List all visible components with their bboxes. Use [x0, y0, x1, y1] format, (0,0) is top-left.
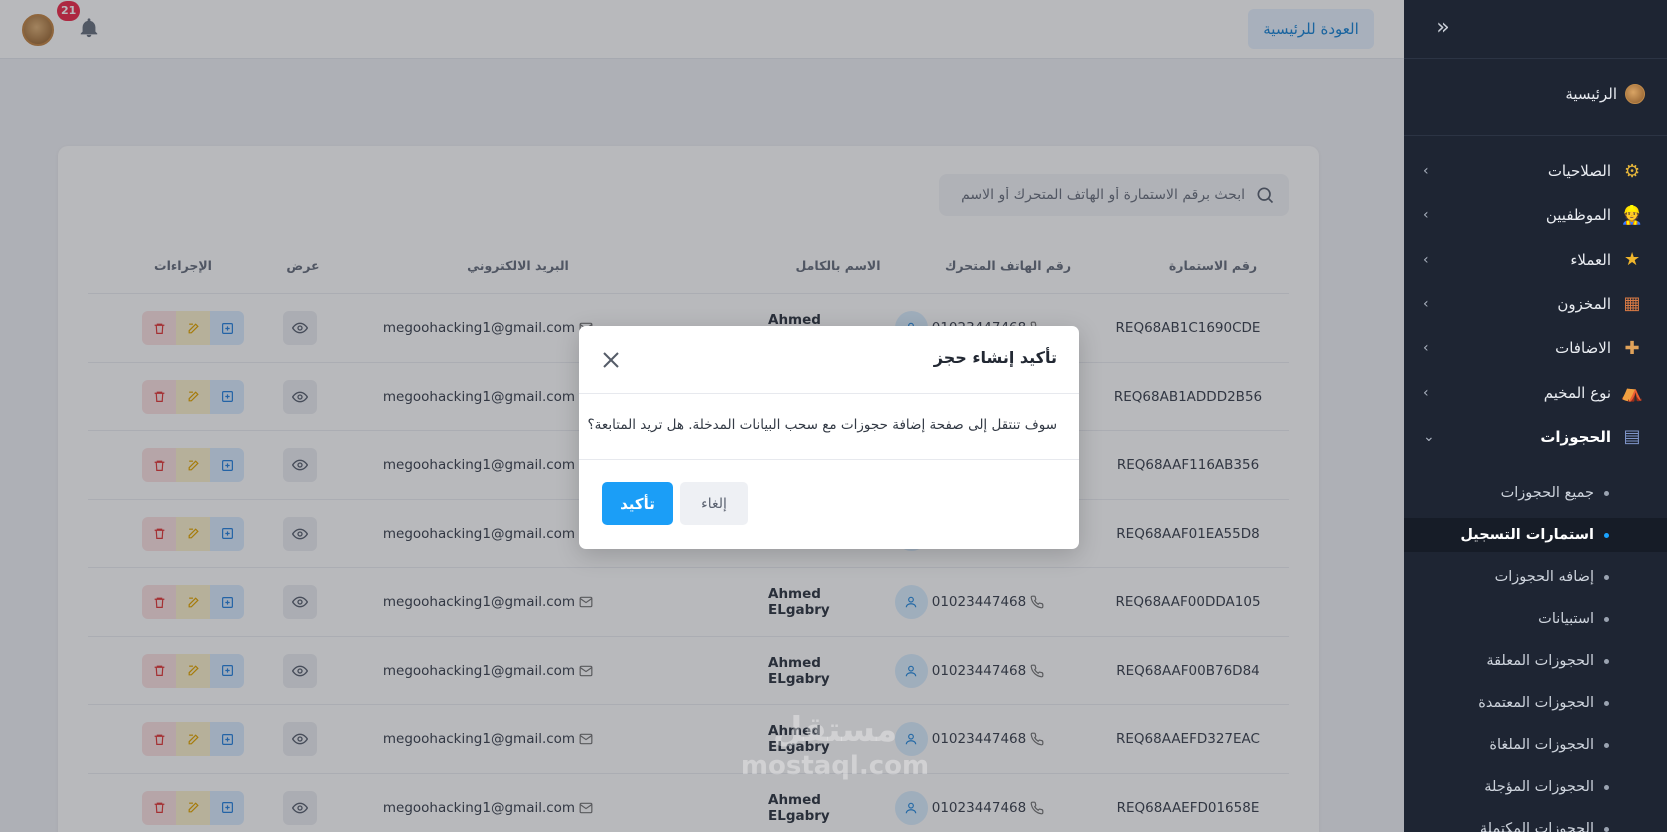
confirm-button[interactable]: تأكيد [602, 482, 673, 525]
bullet-icon [1604, 658, 1609, 664]
permissions-icon: ⚙ [1623, 160, 1641, 182]
modal-message: سوف تنتقل إلى صفحة إضافة حجوزات مع سحب ا… [587, 417, 1057, 433]
modal-title: تأكيد إنشاء حجز [933, 348, 1057, 367]
sidebar-item-6[interactable]: ▤ الحجوزات ⌄ [1423, 422, 1645, 452]
sidebar-divider [1404, 135, 1667, 136]
sidebar-subitem-7[interactable]: الحجوزات المؤجلة [1423, 770, 1645, 804]
sidebar-item-home[interactable]: الرئيسية [1565, 84, 1645, 104]
modal-footer: إلغاء تأكيد [579, 460, 1079, 548]
sidebar-header: » [1404, 0, 1667, 59]
sidebar-item-2[interactable]: ★ العملاء › [1423, 245, 1645, 275]
sidebar-subitem-label: استبيانات [1538, 611, 1594, 627]
sidebar-subitem-8[interactable]: الحجوزات المكتملة [1423, 812, 1645, 832]
sidebar-item-5[interactable]: ⛺ نوع المخيم › [1423, 378, 1645, 408]
camp-type-icon: ⛺ [1620, 382, 1644, 403]
sidebar-item-label: الرئيسية [1565, 85, 1617, 103]
sidebar-subitem-0[interactable]: جميع الحجوزات [1423, 476, 1645, 510]
sidebar-item-label: الحجوزات [1540, 427, 1611, 446]
watermark: مستقل mostaql.com [730, 712, 940, 784]
close-icon[interactable] [599, 348, 623, 372]
sidebar-item-label: الاضافات [1555, 339, 1611, 358]
sidebar-subitem-label: الحجوزات المؤجلة [1484, 779, 1594, 795]
watermark-line2: mostaql.com [740, 751, 930, 781]
inventory-icon: ▦ [1623, 293, 1641, 315]
chevron-left-icon: › [1423, 384, 1429, 401]
sidebar-subitem-label: إضافه الحجوزات [1494, 569, 1594, 585]
sidebar-subitem-label: الحجوزات الملغاة [1489, 737, 1594, 753]
bullet-icon [1604, 616, 1609, 622]
chevron-down-icon: ⌄ [1423, 428, 1435, 445]
addons-icon: ✚ [1624, 337, 1640, 359]
sidebar-subitem-2[interactable]: إضافه الحجوزات [1423, 560, 1645, 594]
cancel-button[interactable]: إلغاء [680, 482, 748, 525]
watermark-line1: مستقل [772, 710, 898, 750]
calendar-icon: ▤ [1623, 426, 1641, 448]
sidebar-subitem-label: الحجوزات المعلقة [1486, 653, 1594, 669]
sidebar-subitem-1[interactable]: استمارات التسجيل [1404, 518, 1667, 552]
chevron-left-icon: › [1423, 207, 1429, 224]
chevron-left-icon: › [1423, 340, 1429, 357]
bullet-icon [1604, 700, 1609, 706]
sidebar-subitem-5[interactable]: الحجوزات المعتمدة [1423, 686, 1645, 720]
bullet-icon [1604, 826, 1609, 832]
bullet-icon [1604, 532, 1609, 538]
bullet-icon [1604, 574, 1609, 580]
employees-icon: 👷 [1620, 204, 1644, 226]
bullet-icon [1604, 490, 1609, 496]
sidebar-subitem-label: استمارات التسجيل [1460, 527, 1594, 543]
sidebar-item-label: الصلاحيات [1547, 162, 1611, 180]
sidebar-item-label: نوع المخيم [1543, 383, 1611, 402]
logo-icon [1625, 84, 1645, 104]
confirm-booking-modal: تأكيد إنشاء حجز سوف تنتقل إلى صفحة إضافة… [579, 326, 1079, 549]
modal-body: سوف تنتقل إلى صفحة إضافة حجوزات مع سحب ا… [579, 394, 1079, 460]
sidebar-subitem-4[interactable]: الحجوزات المعلقة [1423, 644, 1645, 678]
customers-icon: ★ [1623, 249, 1641, 271]
collapse-sidebar-icon[interactable]: » [1431, 16, 1455, 40]
sidebar-item-label: المخزون [1557, 294, 1611, 313]
sidebar: » الرئيسية ⚙ الصلاحيات › 👷 الموظفيين › ★… [1404, 0, 1667, 832]
chevron-left-icon: › [1423, 295, 1429, 312]
sidebar-item-1[interactable]: 👷 الموظفيين › [1423, 200, 1645, 230]
chevron-left-icon: › [1423, 251, 1429, 268]
chevron-left-icon: › [1423, 163, 1429, 179]
sidebar-item-label: العملاء [1570, 250, 1611, 269]
sidebar-subitem-3[interactable]: استبيانات [1423, 602, 1645, 636]
sidebar-item-4[interactable]: ✚ الاضافات › [1423, 333, 1645, 363]
bullet-icon [1604, 742, 1609, 748]
sidebar-subitem-label: جميع الحجوزات [1500, 485, 1594, 501]
bullet-icon [1604, 784, 1609, 790]
sidebar-subitem-label: الحجوزات المعتمدة [1478, 695, 1594, 711]
sidebar-item-3[interactable]: ▦ المخزون › [1423, 289, 1645, 319]
sidebar-subitem-6[interactable]: الحجوزات الملغاة [1423, 728, 1645, 762]
sidebar-subitem-label: الحجوزات المكتملة [1479, 821, 1594, 832]
modal-header: تأكيد إنشاء حجز [579, 326, 1079, 394]
sidebar-item-label: الموظفيين [1545, 206, 1611, 225]
sidebar-item-0[interactable]: ⚙ الصلاحيات › [1423, 156, 1645, 186]
